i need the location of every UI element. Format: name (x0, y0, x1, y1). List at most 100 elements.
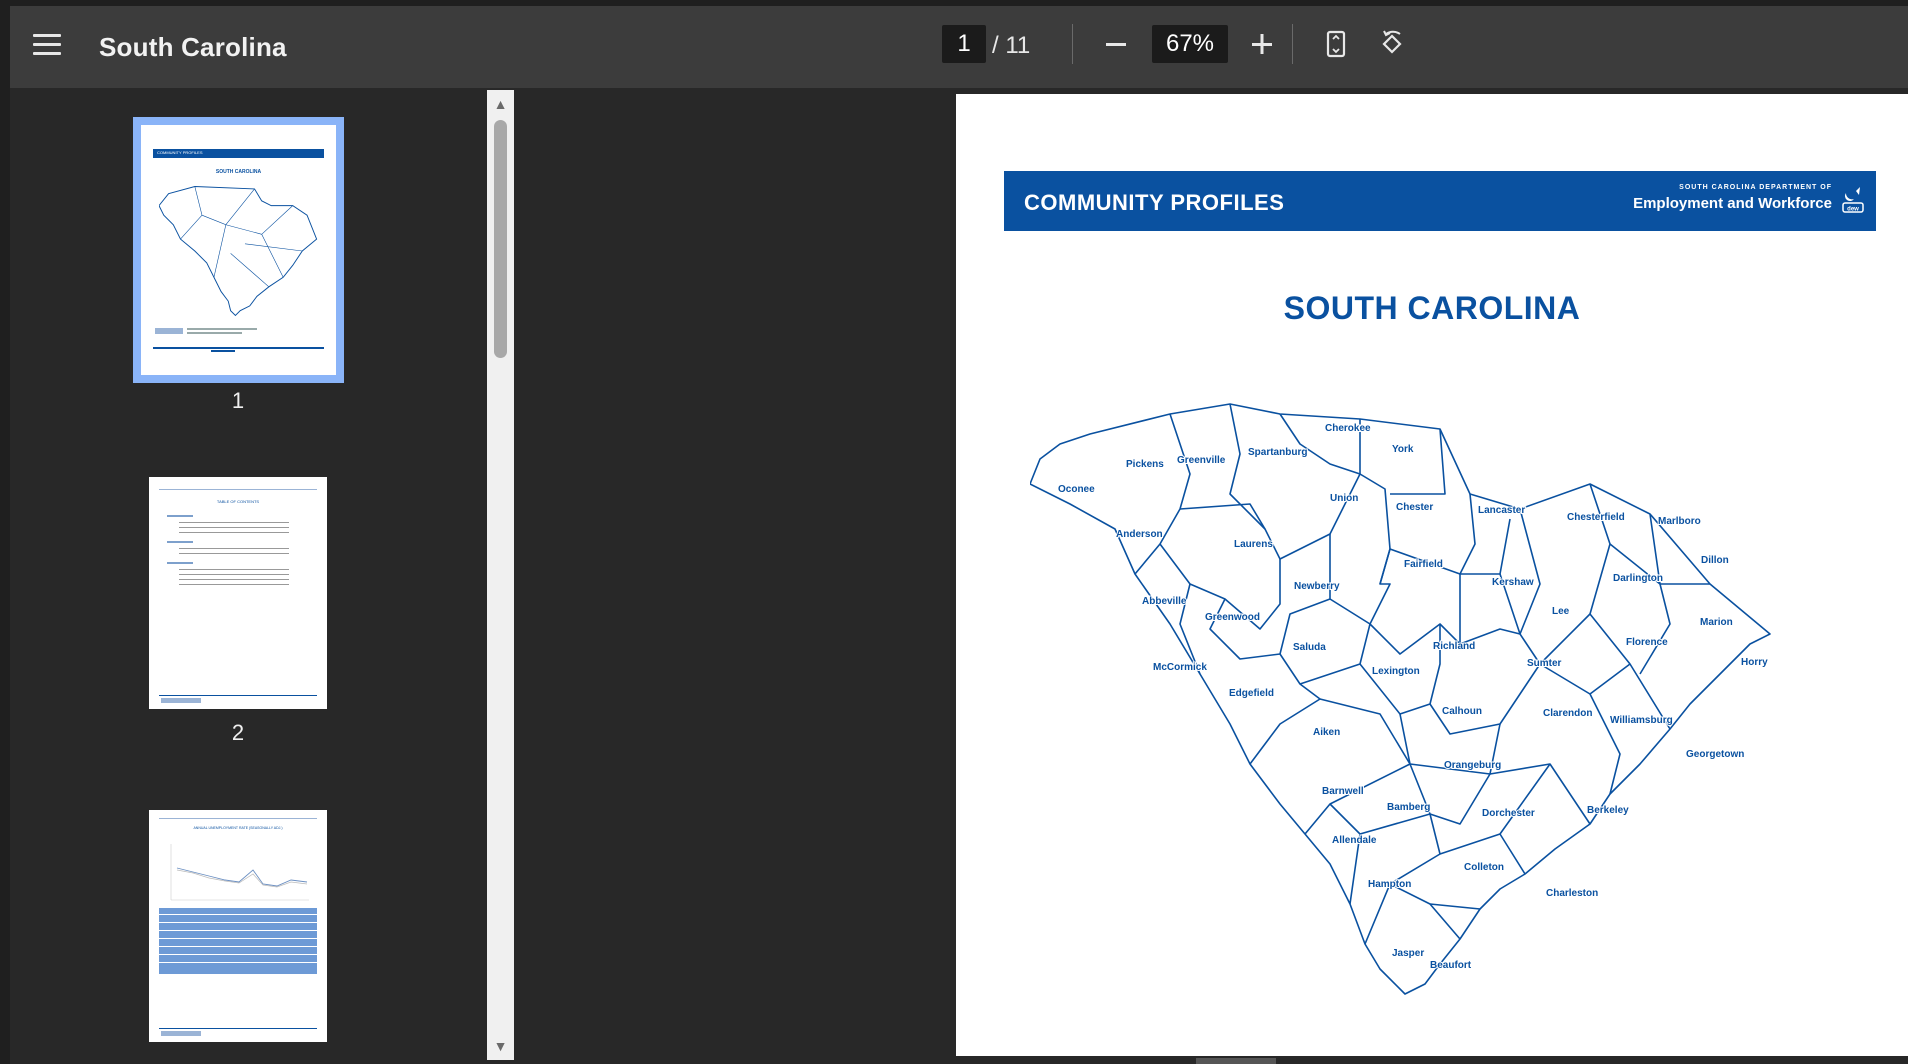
thumbnail-footer-logo (161, 1031, 201, 1036)
horizontal-scroll-indicator[interactable] (1196, 1058, 1276, 1064)
county-label-newberry: Newberry (1294, 581, 1340, 592)
county-label-oconee: Oconee (1058, 484, 1095, 495)
thumbnail-heading: SOUTH CAROLINA (215, 169, 262, 175)
page-number-input[interactable]: 1 (942, 25, 986, 63)
thumbnail-map (159, 186, 318, 317)
thumbnail-banner-text: COMMUNITY PROFILES (157, 150, 203, 155)
county-label-charleston: Charleston (1546, 888, 1598, 899)
toc-line (179, 527, 289, 528)
county-label-marion: Marion (1700, 617, 1733, 628)
county-label-orangeburg: Orangeburg (1444, 760, 1501, 771)
toc-line (179, 569, 289, 570)
zoom-in-button[interactable] (1242, 24, 1282, 64)
logo-subtitle: SOUTH CAROLINA DEPARTMENT OF (1679, 184, 1832, 191)
menu-icon[interactable] (30, 28, 64, 62)
county-label-williamsburg: Williamsburg (1610, 715, 1673, 726)
county-label-dillon: Dillon (1701, 555, 1729, 566)
county-label-marlboro: Marlboro (1658, 516, 1701, 527)
thumbnail-footer-logo (161, 698, 201, 703)
county-label-darlington: Darlington (1613, 573, 1663, 584)
toc-line (179, 522, 289, 523)
fit-page-button[interactable] (1316, 24, 1356, 64)
table-rule (159, 914, 317, 915)
county-label-sumter: Sumter (1527, 658, 1562, 669)
thumbnail-header-rule (159, 489, 317, 490)
thumbnail-sidebar: COMMUNITY PROFILES SOUTH CAROLINA 1 TABL… (10, 88, 514, 1064)
table-rule (159, 946, 317, 947)
county-label-union: Union (1330, 493, 1358, 504)
table-rule (159, 938, 317, 939)
county-label-florence: Florence (1626, 637, 1668, 648)
thumbnail-footer-line (187, 332, 242, 334)
agency-logo-icon: dew (1842, 187, 1864, 213)
county-label-lee: Lee (1552, 606, 1570, 617)
county-label-richland: Richland (1433, 641, 1475, 652)
zoom-out-button[interactable] (1096, 24, 1136, 64)
sidebar-scrollbar[interactable]: ▲ ▼ (487, 90, 514, 1060)
thumbnail-footer-mark (211, 350, 235, 352)
toolbar-divider (1072, 24, 1073, 64)
thumbnail-page-3[interactable]: ANNUAL UNEMPLOYMENT RATE (SEASONALLY ADJ… (149, 810, 327, 1042)
thumbnail-label-1: 1 (231, 388, 245, 413)
page-total: / 11 (992, 32, 1031, 59)
county-label-chester: Chester (1396, 502, 1433, 513)
thumbnail-banner: COMMUNITY PROFILES (153, 149, 324, 158)
plus-icon (1252, 34, 1272, 54)
thumbnail-label-2: 2 (231, 720, 245, 745)
county-label-georgetown: Georgetown (1686, 749, 1744, 760)
county-label-horry: Horry (1741, 657, 1768, 668)
scroll-up-arrow-icon[interactable]: ▲ (487, 94, 514, 114)
rotate-icon (1382, 30, 1402, 54)
toolbar: South Carolina 1 / 11 67% (10, 6, 1908, 88)
svg-text:dew: dew (1847, 207, 1859, 213)
toc-line (179, 548, 289, 549)
thumbnail-header-rule (159, 818, 317, 819)
zoom-level-input[interactable]: 67% (1152, 25, 1228, 63)
scroll-down-arrow-icon[interactable]: ▼ (487, 1036, 514, 1056)
county-label-saluda: Saluda (1293, 642, 1326, 653)
page-banner: COMMUNITY PROFILES SOUTH CAROLINA DEPART… (1004, 171, 1876, 231)
county-label-fairfield: Fairfield (1404, 559, 1443, 570)
county-label-aiken: Aiken (1313, 727, 1340, 738)
county-label-anderson: Anderson (1116, 529, 1163, 540)
table-rule (159, 962, 317, 963)
thumbnail-footer-rule (153, 347, 324, 349)
table-rule (159, 930, 317, 931)
toc-line (179, 579, 289, 580)
fit-page-icon (1326, 30, 1346, 58)
county-label-chesterfield: Chesterfield (1567, 512, 1625, 523)
county-label-kershaw: Kershaw (1492, 577, 1534, 588)
county-label-cherokee: Cherokee (1325, 423, 1371, 434)
county-label-colleton: Colleton (1464, 862, 1504, 873)
toolbar-divider (1292, 24, 1293, 64)
logo-title: Employment and Workforce (1633, 195, 1832, 212)
thumbnail-line-chart (170, 844, 309, 901)
rotate-button[interactable] (1372, 24, 1412, 64)
pdf-page-1: COMMUNITY PROFILES SOUTH CAROLINA DEPART… (956, 94, 1908, 1056)
county-label-lexington: Lexington (1372, 666, 1420, 677)
toc-line (179, 574, 289, 575)
toc-line (167, 515, 193, 517)
document-viewer[interactable]: COMMUNITY PROFILES SOUTH CAROLINA DEPART… (514, 88, 1908, 1064)
thumbnail-table (159, 908, 317, 974)
county-label-hampton: Hampton (1368, 879, 1411, 890)
table-rule (159, 922, 317, 923)
thumbnail-heading: ANNUAL UNEMPLOYMENT RATE (SEASONALLY ADJ… (193, 826, 283, 830)
county-label-berkeley: Berkeley (1587, 805, 1629, 816)
county-label-lancaster: Lancaster (1478, 505, 1525, 516)
thumbnail-heading: TABLE OF CONTENTS (216, 499, 260, 504)
county-label-york: York (1392, 444, 1414, 455)
county-label-calhoun: Calhoun (1442, 706, 1482, 717)
county-label-beaufort: Beaufort (1430, 960, 1472, 971)
toc-line (167, 562, 193, 564)
county-label-edgefield: Edgefield (1229, 688, 1274, 699)
thumbnail-footer-rule (159, 695, 317, 696)
thumbnail-footer-logo (155, 328, 183, 334)
minus-icon (1106, 43, 1126, 46)
county-label-allendale: Allendale (1332, 835, 1377, 846)
thumbnail-page-1[interactable]: COMMUNITY PROFILES SOUTH CAROLINA (133, 117, 344, 383)
county-label-dorchester: Dorchester (1482, 808, 1535, 819)
scrollbar-thumb[interactable] (494, 120, 507, 358)
table-rule (159, 954, 317, 955)
thumbnail-page-2[interactable]: TABLE OF CONTENTS (149, 477, 327, 709)
